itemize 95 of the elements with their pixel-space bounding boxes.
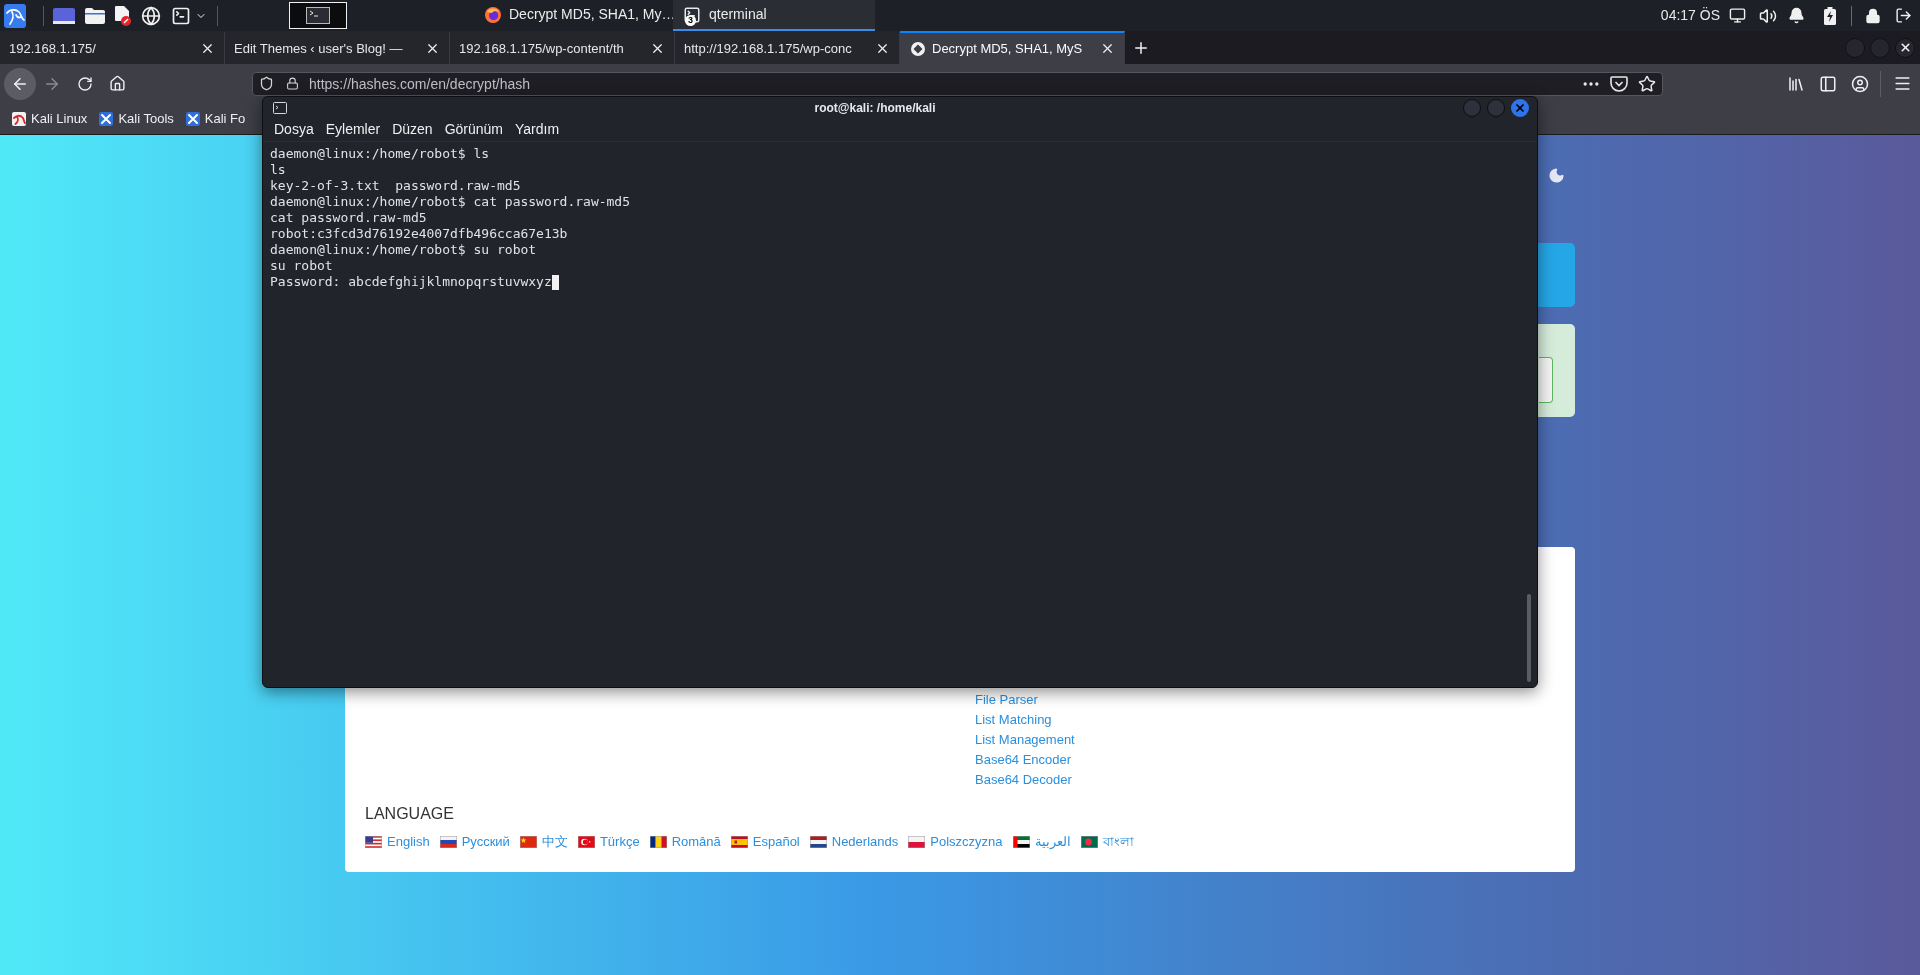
taskbar-window-button[interactable]: Decrypt MD5, SHA1, My…	[475, 0, 673, 31]
terminal-line: robot:c3fcd3d76192e4007dfb496cca67e13b	[270, 226, 568, 242]
volume-icon[interactable]	[1759, 6, 1777, 25]
window-count-badge: 3	[685, 14, 696, 26]
taskbar-window-button[interactable]: 3 qterminal	[673, 0, 875, 31]
menu-item[interactable]: Düzen	[387, 119, 438, 140]
bookmark-link[interactable]: Kali Tools	[99, 108, 174, 129]
window-title: root@kali: /home/kali	[814, 99, 936, 117]
desktop-icon[interactable]	[53, 7, 75, 24]
library-icon[interactable]	[1787, 74, 1805, 93]
logout-icon[interactable]	[1895, 7, 1912, 24]
language-link[interactable]: Русский	[439, 832, 510, 852]
browser-tab[interactable]: Decrypt MD5, SHA1, MyS	[900, 31, 1125, 64]
tool-link[interactable]: List Matching	[975, 710, 1052, 730]
dragon-logo-icon[interactable]	[4, 3, 26, 28]
flag-icon	[1012, 836, 1030, 848]
menu-item[interactable]: Yardım	[510, 119, 565, 140]
flag-icon	[809, 836, 827, 848]
browser-tab[interactable]: Edit Themes ‹ user's Blog! —	[225, 31, 450, 64]
close-icon[interactable]	[425, 41, 440, 56]
terminal-icon	[273, 101, 287, 114]
scrollbar-thumb[interactable]	[1527, 594, 1531, 682]
flag-icon	[1080, 836, 1098, 848]
menu-item[interactable]: Eylemler	[320, 119, 386, 140]
language-link[interactable]: Română	[649, 832, 721, 852]
close-icon[interactable]	[650, 41, 665, 56]
language-link[interactable]: বাংলা	[1080, 832, 1134, 852]
bell-icon[interactable]	[1788, 7, 1805, 24]
document-icon[interactable]	[115, 5, 131, 26]
flag-icon	[577, 836, 595, 848]
moon-icon[interactable]	[1548, 167, 1565, 184]
folder-icon[interactable]	[85, 7, 105, 24]
terminal-line: cat password.raw-md5	[270, 210, 427, 226]
workspace-switcher[interactable]	[289, 2, 347, 29]
dragon-icon	[12, 111, 26, 126]
sidebar-icon[interactable]	[1819, 74, 1837, 93]
star-icon[interactable]	[1638, 74, 1656, 93]
display-icon[interactable]	[1729, 7, 1746, 24]
language-link[interactable]: Nederlands	[809, 832, 899, 852]
terminal-line: Password: abcdefghijklmnopqrstuvwxyz	[270, 274, 552, 290]
language-link[interactable]: English	[365, 832, 430, 852]
terminal-line: daemon@linux:/home/robot$ su robot	[270, 242, 537, 258]
close-icon[interactable]	[200, 41, 215, 56]
diamond-circle-icon	[911, 41, 925, 56]
terminal-line: ls	[270, 162, 286, 178]
account-icon[interactable]	[1851, 74, 1869, 93]
flag-icon	[730, 836, 748, 848]
language-heading: LANGUAGE	[365, 804, 454, 824]
browser-icon	[485, 6, 501, 23]
tool-link[interactable]: File Parser	[975, 690, 1038, 710]
tool-link[interactable]: List Management	[975, 730, 1075, 750]
flag-icon	[365, 836, 382, 848]
browser-tab[interactable]: http://192.168.1.175/wp-conc	[675, 31, 900, 64]
browser-tab[interactable]: 192.168.1.175/wp-content/th	[450, 31, 675, 64]
bookmark-link[interactable]: Kali Fo	[185, 108, 246, 129]
browser-tab[interactable]: 192.168.1.175/	[0, 31, 225, 64]
close-icon	[1514, 101, 1526, 114]
globe-icon[interactable]	[141, 5, 161, 26]
tool-link[interactable]: Base64 Decoder	[975, 770, 1072, 790]
language-link[interactable]: Türkçe	[577, 832, 640, 852]
bookmark-link[interactable]: Kali Linux	[12, 108, 88, 129]
close-icon	[1898, 41, 1912, 54]
url-field[interactable]: https://hashes.com/en/decrypt/hash	[252, 71, 1663, 96]
lock-icon[interactable]	[286, 77, 299, 90]
close-button[interactable]	[1895, 37, 1915, 58]
tools-icon	[185, 111, 200, 126]
menu-item[interactable]: Görünüm	[439, 119, 508, 140]
back-button[interactable]	[4, 67, 36, 100]
input-field[interactable]	[1539, 357, 1553, 403]
flag-icon	[439, 836, 457, 848]
lock-icon[interactable]	[1865, 7, 1881, 24]
flag-icon	[908, 836, 926, 848]
reload-icon	[77, 75, 93, 92]
tool-link[interactable]: Base64 Encoder	[975, 750, 1072, 770]
terminal-line: su robot	[270, 258, 333, 274]
chevron-shield-icon[interactable]	[1610, 75, 1628, 92]
flag-icon	[649, 836, 667, 848]
terminal-line: daemon@linux:/home/robot$ ls	[270, 146, 490, 162]
language-link[interactable]: 中文	[519, 832, 568, 852]
clock-label[interactable]: 04:17 ÖS	[1660, 5, 1720, 26]
flag-icon	[519, 836, 537, 848]
language-link[interactable]: Polszczyzna	[908, 832, 1003, 852]
language-link[interactable]: العربية	[1012, 832, 1071, 852]
tools-icon	[99, 111, 114, 126]
menu-icon[interactable]	[1893, 74, 1912, 93]
menu-item[interactable]: Dosya	[269, 119, 319, 140]
terminal-line: daemon@linux:/home/robot$ cat password.raw-md5	[270, 194, 631, 210]
window-thumbnail-icon	[306, 7, 330, 24]
terminal-icon[interactable]	[171, 5, 191, 26]
home-icon	[108, 75, 126, 92]
battery-icon[interactable]	[1824, 6, 1836, 25]
terminal-line: key-2-of-3.txt password.raw-md5	[270, 178, 521, 194]
shield-icon[interactable]	[259, 76, 274, 91]
close-icon[interactable]	[875, 41, 890, 56]
close-icon[interactable]	[1100, 41, 1115, 56]
